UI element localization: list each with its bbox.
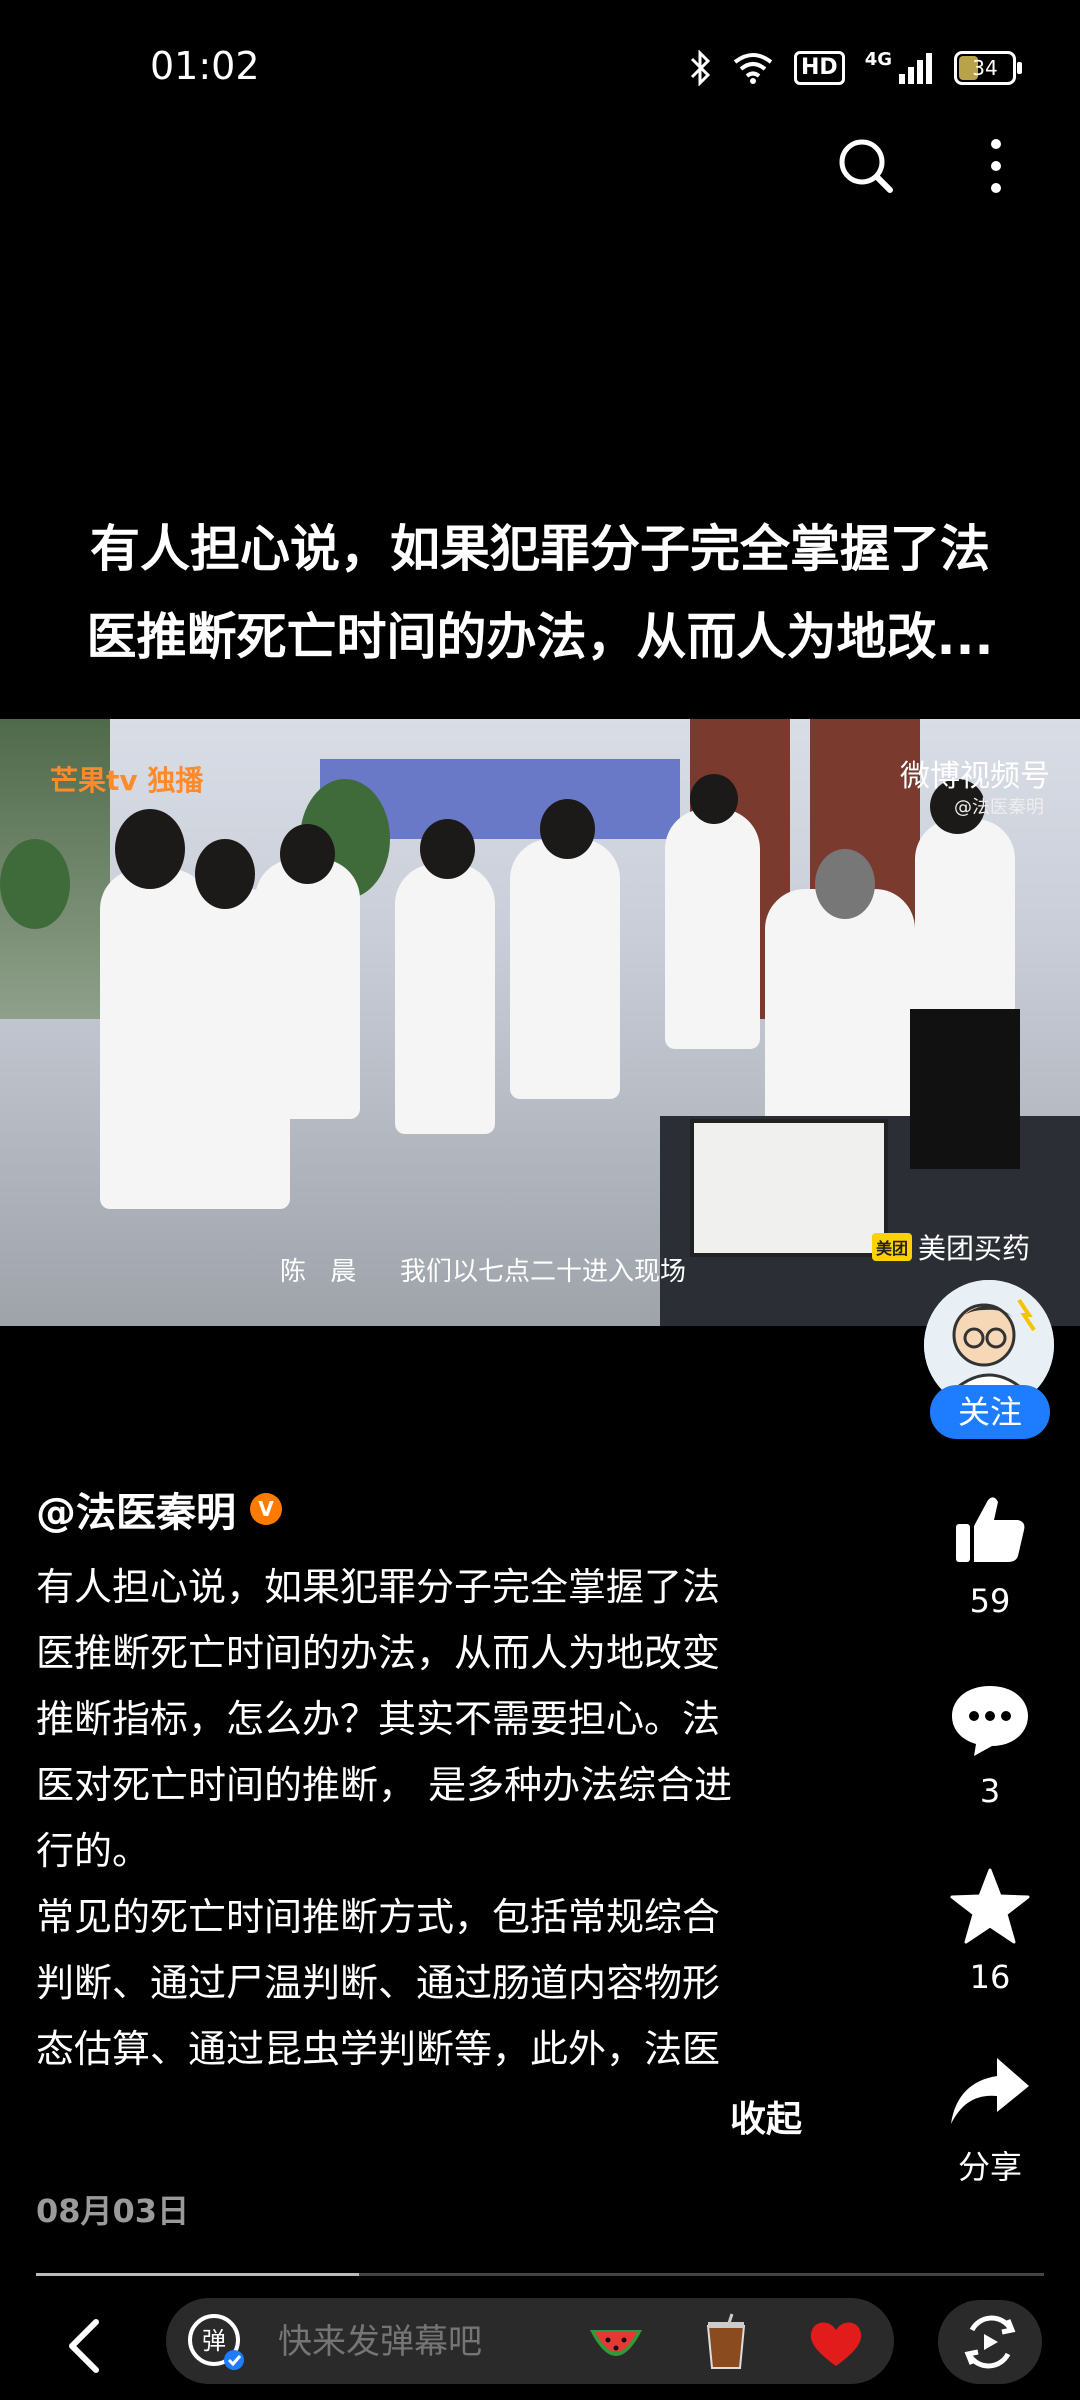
description-line: 态估算、通过昆虫学判断等，此外，法医 bbox=[36, 2027, 721, 2071]
author-name[interactable]: @法医秦明 bbox=[36, 1480, 236, 1538]
video-description: 有人担心说，如果犯罪分子完全掌握了法 医推断死亡时间的办法，从而人为地改变 推断… bbox=[36, 1554, 816, 2082]
danmaku-toggle-icon: 弹 bbox=[188, 2314, 244, 2370]
video-scene-monitor bbox=[910, 1009, 1020, 1169]
description-line: 推断指标，怎么办？其实不需要担心。法 bbox=[36, 1697, 721, 1741]
like-button[interactable]: 59 bbox=[930, 1490, 1050, 1620]
favorite-button[interactable]: 16 bbox=[930, 1866, 1050, 1996]
collapse-button[interactable]: 收起 bbox=[730, 2090, 802, 2142]
drink-emoji[interactable] bbox=[696, 2312, 756, 2372]
follow-button[interactable]: 关注 bbox=[930, 1385, 1050, 1439]
signal-icon bbox=[899, 53, 932, 84]
video-person-head bbox=[540, 799, 595, 859]
comment-button[interactable]: 3 bbox=[930, 1680, 1050, 1810]
video-person bbox=[665, 809, 760, 1049]
video-person bbox=[765, 889, 915, 1149]
video-person bbox=[510, 839, 620, 1099]
ad-badge[interactable]: 美团 美团买药 bbox=[871, 1227, 1030, 1267]
video-player[interactable]: 芒果tv 独播 微博视频号 @法医秦明 陈 晨 我们以七点二十进入现场 美团 美… bbox=[0, 719, 1080, 1326]
like-count: 59 bbox=[969, 1582, 1011, 1620]
search-icon[interactable] bbox=[836, 136, 896, 196]
video-person bbox=[255, 859, 360, 1119]
ad-text: 美团买药 bbox=[917, 1232, 1030, 1265]
network-type-label: 4G bbox=[864, 49, 892, 70]
star-icon bbox=[950, 1868, 1030, 1944]
heart-emoji[interactable] bbox=[806, 2312, 866, 2372]
video-progress-bar[interactable] bbox=[36, 2273, 1044, 2276]
watermark-handle: @法医秦明 bbox=[954, 797, 1044, 818]
battery-icon: 34 bbox=[954, 51, 1022, 85]
hd-voice-badge: HD bbox=[794, 51, 845, 85]
description-line: 常见的死亡时间推断方式，包括常规综合 bbox=[36, 1895, 721, 1939]
share-icon bbox=[951, 2058, 1029, 2124]
description-line: 行的。 bbox=[36, 1829, 151, 1873]
video-person-head bbox=[195, 839, 255, 909]
author-row[interactable]: @法医秦明 V bbox=[36, 1480, 282, 1538]
watermelon-emoji[interactable] bbox=[586, 2312, 646, 2372]
danmaku-toggle[interactable]: 弹 bbox=[186, 2312, 246, 2372]
battery-level: 34 bbox=[972, 56, 998, 80]
bluetooth-icon bbox=[690, 50, 711, 86]
replay-button[interactable] bbox=[938, 2300, 1042, 2384]
video-scene-plant bbox=[0, 839, 70, 929]
headline-line-2: 医推断死亡时间的办法，从而人为地改... bbox=[86, 608, 994, 666]
video-person-head bbox=[690, 774, 738, 824]
replay-icon bbox=[964, 2315, 1016, 2369]
thumbs-up-icon bbox=[956, 1497, 1025, 1562]
video-person-head bbox=[815, 849, 875, 919]
status-icons: HD 4G 34 bbox=[690, 46, 1022, 90]
share-button[interactable]: 分享 bbox=[930, 2054, 1050, 2188]
comment-icon bbox=[952, 1686, 1028, 1756]
danmaku-toggle-label: 弹 bbox=[202, 2327, 226, 2355]
video-person-head bbox=[280, 824, 335, 884]
video-person bbox=[395, 864, 495, 1134]
favorite-count: 16 bbox=[969, 1958, 1011, 1996]
more-vertical-icon[interactable] bbox=[980, 136, 1012, 196]
description-line: 有人担心说，如果犯罪分子完全掌握了法 bbox=[36, 1565, 721, 1609]
subtitle-speaker: 陈 晨 bbox=[280, 1257, 365, 1287]
wifi-icon bbox=[733, 53, 773, 84]
comment-count: 3 bbox=[979, 1772, 1001, 1810]
subtitle-text: 我们以七点二十进入现场 bbox=[400, 1257, 687, 1287]
back-arrow-icon[interactable] bbox=[60, 2316, 110, 2376]
watermark-weibo: 微博视频号 bbox=[900, 759, 1050, 794]
video-person-head bbox=[115, 809, 185, 889]
description-line: 医对死亡时间的推断， 是多种办法综合进 bbox=[36, 1763, 733, 1807]
share-label: 分享 bbox=[957, 2148, 1022, 2186]
video-headline: 有人担心说，如果犯罪分子完全掌握了法 医推断死亡时间的办法，从而人为地改... bbox=[40, 505, 1040, 681]
video-person-head bbox=[420, 819, 475, 879]
verified-badge-icon: V bbox=[250, 1493, 282, 1525]
headline-line-1: 有人担心说，如果犯罪分子完全掌握了法 bbox=[90, 520, 990, 578]
post-date: 08月03日 bbox=[36, 2192, 190, 2230]
ad-logo: 美团 bbox=[871, 1233, 912, 1261]
status-time: 01:02 bbox=[150, 44, 260, 88]
description-line: 判断、通过尸温判断、通过肠道内容物形 bbox=[36, 1961, 721, 2005]
description-line: 医推断死亡时间的办法，从而人为地改变 bbox=[36, 1631, 721, 1675]
watermark-mango-tv: 芒果tv 独播 bbox=[50, 764, 204, 797]
danmaku-input[interactable] bbox=[276, 2298, 560, 2386]
video-scene-papers bbox=[690, 1119, 888, 1257]
video-progress-fill bbox=[36, 2273, 359, 2276]
danmaku-bar: 弹 bbox=[166, 2298, 894, 2386]
